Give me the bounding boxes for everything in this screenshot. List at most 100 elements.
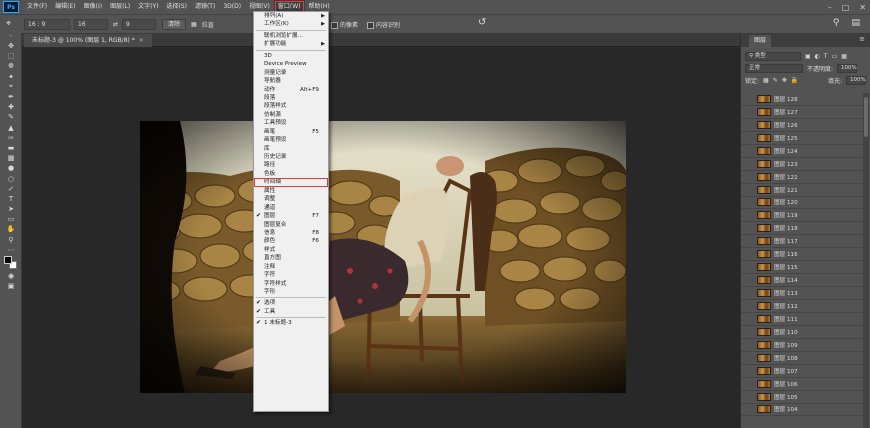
quick-select-tool-icon[interactable]: ✦ — [0, 72, 22, 82]
layer-row[interactable]: 图层 104 — [741, 404, 863, 417]
height-field[interactable]: 9 — [122, 18, 157, 30]
ratio-select[interactable]: 16 : 9 — [24, 18, 70, 30]
content-aware-checkbox[interactable] — [367, 22, 374, 29]
layer-row[interactable]: 图层 118 — [741, 222, 863, 236]
layer-row[interactable]: 图层 126 — [741, 119, 863, 132]
window-menu-item[interactable]: 仿制源 — [254, 111, 328, 119]
window-menu-item[interactable]: 动作 Alt+F9 — [254, 86, 328, 94]
delete-pixels-option[interactable]: 的像素 — [331, 20, 358, 29]
window-menu-item[interactable]: 画笔预设 — [254, 136, 328, 144]
content-aware-option[interactable]: 内容识别 — [367, 20, 400, 29]
gradient-tool-icon[interactable]: ▩ — [0, 153, 22, 163]
delete-pixels-checkbox[interactable] — [331, 22, 338, 29]
kind-filter-select[interactable]: ⚲ 类型 — [745, 51, 801, 61]
layer-row[interactable]: 图层 105 — [741, 391, 863, 404]
window-menu-item[interactable]: 工作区(K) ▶ — [254, 20, 328, 28]
window-menu-item[interactable]: 3D — [254, 52, 328, 60]
layer-row[interactable]: 图层 127 — [741, 106, 863, 119]
layer-row[interactable]: 图层 111 — [741, 313, 863, 326]
filter-shape-icon[interactable]: ▭ — [832, 53, 838, 60]
filter-type-icon[interactable]: T — [824, 53, 828, 60]
pen-tool-icon[interactable]: ✓ — [0, 184, 22, 194]
layer-row[interactable]: 图层 121 — [741, 184, 863, 197]
minimize-icon[interactable]: – — [828, 3, 832, 12]
layer-row[interactable]: 图层 109 — [741, 339, 863, 352]
window-menu-item[interactable]: 图层复合 — [254, 221, 328, 229]
layer-row[interactable]: 图层 115 — [741, 261, 863, 275]
width-field[interactable]: 16 — [74, 18, 108, 30]
color-swatches[interactable] — [0, 255, 22, 271]
panel-menu-icon[interactable]: ≡ — [859, 35, 865, 43]
crop-tool-icon[interactable]: ⌖ — [0, 82, 22, 92]
menu-1[interactable]: 编辑(E) — [51, 0, 79, 14]
more-tools-icon[interactable]: ⋯ — [0, 245, 22, 255]
window-menu-item[interactable]: 直方图 — [254, 254, 328, 262]
window-menu-item[interactable]: 信息 F8 — [254, 229, 328, 237]
fill-field[interactable]: 100% — [846, 75, 866, 85]
window-menu-item[interactable]: 段落样式 — [254, 102, 328, 110]
dodge-tool-icon[interactable]: ○ — [0, 173, 22, 183]
filter-pixel-icon[interactable]: ▣ — [805, 53, 811, 60]
blur-tool-icon[interactable]: ● — [0, 163, 22, 173]
window-menu-item[interactable]: ✔ 1 未标题-3 — [254, 319, 328, 327]
window-menu-item[interactable]: 排列(A) ▶ — [254, 12, 328, 20]
window-menu-item[interactable]: 色板 — [254, 170, 328, 178]
window-menu-item[interactable]: 样式 — [254, 246, 328, 254]
window-menu-item[interactable]: 测量记录 — [254, 69, 328, 77]
reset-icon[interactable]: ↺ — [478, 17, 486, 28]
window-menu-item[interactable]: 历史记录 — [254, 153, 328, 161]
layer-row[interactable]: 图层 114 — [741, 274, 863, 288]
layer-row[interactable]: 图层 122 — [741, 171, 863, 184]
window-menu-item[interactable]: ✔ 工具 — [254, 308, 328, 316]
layer-row[interactable]: 图层 108 — [741, 352, 863, 365]
layer-row[interactable]: 图层 107 — [741, 365, 863, 378]
workspace-icon[interactable]: ▤ — [851, 18, 860, 28]
lasso-tool-icon[interactable]: ❁ — [0, 61, 22, 71]
crop-tool-icon[interactable]: ⌖ — [6, 19, 20, 29]
opacity-field[interactable]: 100% — [837, 63, 858, 73]
menu-4[interactable]: 文字(Y) — [134, 0, 162, 14]
eyedropper-tool-icon[interactable]: ✒ — [0, 92, 22, 102]
layer-row[interactable]: 图层 116 — [741, 248, 863, 262]
layer-row[interactable]: 图层 117 — [741, 235, 863, 249]
layer-row[interactable]: 图层 124 — [741, 145, 863, 158]
search-icon[interactable]: ⚲ — [833, 18, 840, 28]
layer-row[interactable]: 图层 128 — [741, 93, 863, 106]
window-menu-item[interactable]: 库 — [254, 145, 328, 153]
layer-row[interactable]: 图层 120 — [741, 197, 863, 210]
window-menu-item[interactable]: 字形 — [254, 288, 328, 296]
filter-adjust-icon[interactable]: ◐ — [815, 53, 820, 60]
shape-tool-icon[interactable]: ▭ — [0, 214, 22, 224]
foreground-color-swatch[interactable] — [4, 255, 12, 264]
window-menu-item[interactable]: 注释 — [254, 263, 328, 271]
window-menu-item[interactable]: 字符 — [254, 271, 328, 279]
restore-icon[interactable]: □ — [842, 3, 850, 12]
toolbar-collapse-icon[interactable]: » — [0, 33, 21, 41]
layers-scrollbar[interactable] — [863, 93, 869, 428]
path-select-tool-icon[interactable]: ➤ — [0, 204, 22, 214]
menu-7[interactable]: 3D(D) — [219, 0, 245, 14]
window-menu-item[interactable]: ✔ 图层 F7 — [254, 212, 328, 220]
lock-move-icon[interactable]: ✥ — [782, 77, 787, 84]
close-icon[interactable]: ✕ — [859, 3, 866, 12]
clear-button[interactable]: 清除 — [162, 18, 187, 30]
eraser-tool-icon[interactable]: ▬ — [0, 143, 22, 153]
layer-row[interactable]: 图层 106 — [741, 378, 863, 391]
lock-pixels-icon[interactable]: ▦ — [763, 77, 769, 84]
layer-row[interactable]: 图层 113 — [741, 287, 863, 300]
straighten-icon[interactable]: ▦ — [191, 21, 197, 28]
window-menu-item[interactable]: 路径 — [254, 161, 328, 169]
lock-paint-icon[interactable]: ✎ — [773, 77, 778, 84]
type-tool-icon[interactable]: T — [0, 194, 22, 204]
layer-row[interactable]: 图层 125 — [741, 132, 863, 145]
menu-6[interactable]: 滤镜(T) — [191, 0, 219, 14]
brush-tool-icon[interactable]: ✎ — [0, 112, 22, 122]
healing-brush-tool-icon[interactable]: ✚ — [0, 102, 22, 112]
window-menu-item[interactable]: 通道 — [254, 204, 328, 212]
menu-3[interactable]: 图层(L) — [106, 0, 134, 14]
close-tab-icon[interactable]: × — [139, 37, 144, 44]
window-menu-item[interactable]: 段落 — [254, 94, 328, 102]
canvas-area[interactable] — [22, 48, 740, 428]
zoom-tool-icon[interactable]: ⚲ — [0, 235, 22, 245]
scrollbar-thumb[interactable] — [864, 97, 868, 137]
